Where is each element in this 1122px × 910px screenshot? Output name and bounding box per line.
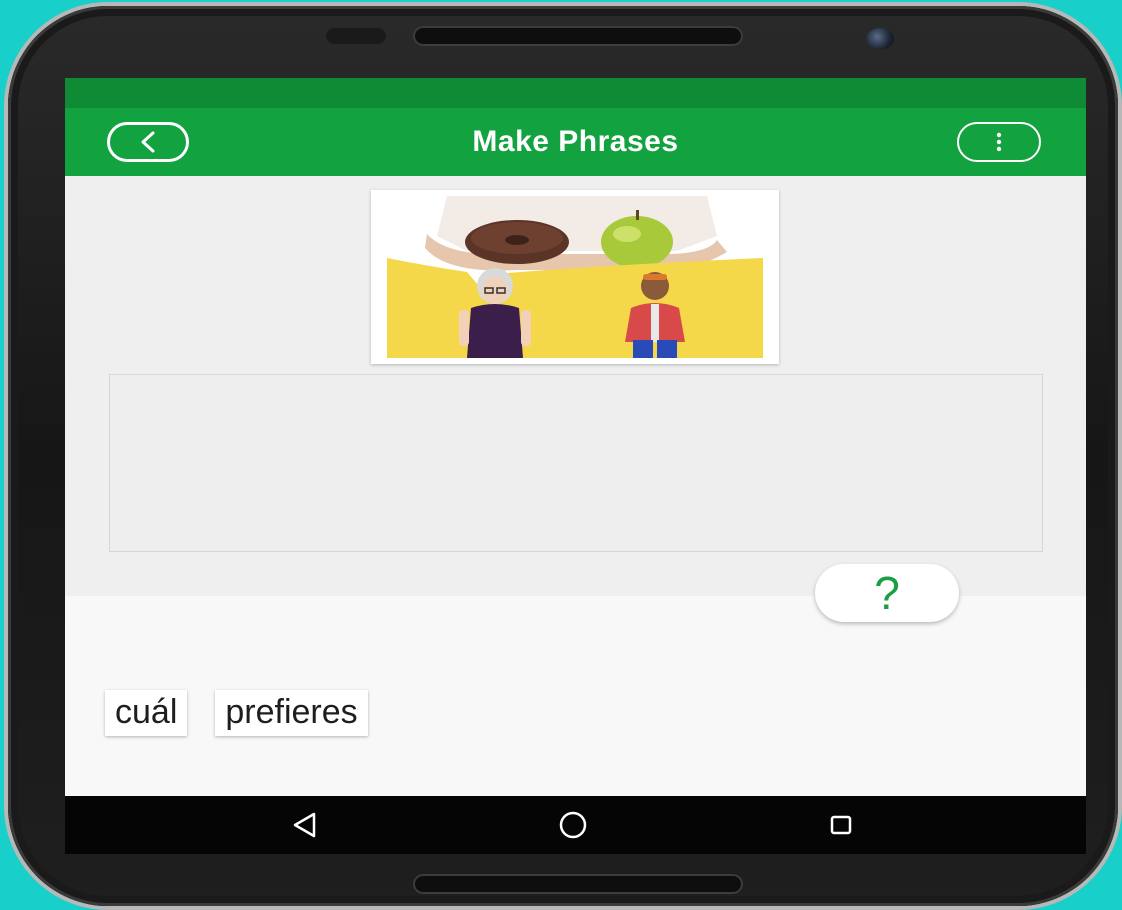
proximity-sensor xyxy=(326,28,386,44)
answer-drop-area[interactable] xyxy=(109,374,1043,552)
word-tile[interactable]: prefieres xyxy=(215,690,368,736)
nav-back-button[interactable] xyxy=(275,805,335,845)
earpiece-speaker xyxy=(413,26,743,46)
circle-home-icon xyxy=(559,811,587,839)
back-button[interactable] xyxy=(107,122,189,162)
square-recents-icon xyxy=(830,815,852,835)
bottom-speaker xyxy=(413,874,743,894)
overflow-menu-button[interactable] xyxy=(957,122,1041,162)
front-camera xyxy=(866,28,894,50)
word-tile[interactable]: cuál xyxy=(105,690,188,736)
hint-button[interactable]: ? xyxy=(815,564,959,622)
word-tiles: cuál prefieres xyxy=(105,690,368,736)
page-title: Make Phrases xyxy=(472,125,679,158)
phrase-picture xyxy=(371,190,779,364)
app-bar: Make Phrases xyxy=(65,108,1086,176)
phone-screen: Make Phrases ? cuál prefieres xyxy=(65,78,1086,854)
nav-recents-button[interactable] xyxy=(811,805,871,845)
system-nav-bar xyxy=(65,796,1086,854)
chevron-left-icon xyxy=(141,131,155,153)
status-bar xyxy=(65,78,1086,108)
triangle-back-icon xyxy=(293,812,316,838)
vertical-dots-icon xyxy=(996,132,1002,152)
phrase-illustration xyxy=(387,196,763,358)
nav-home-button[interactable] xyxy=(543,805,603,845)
